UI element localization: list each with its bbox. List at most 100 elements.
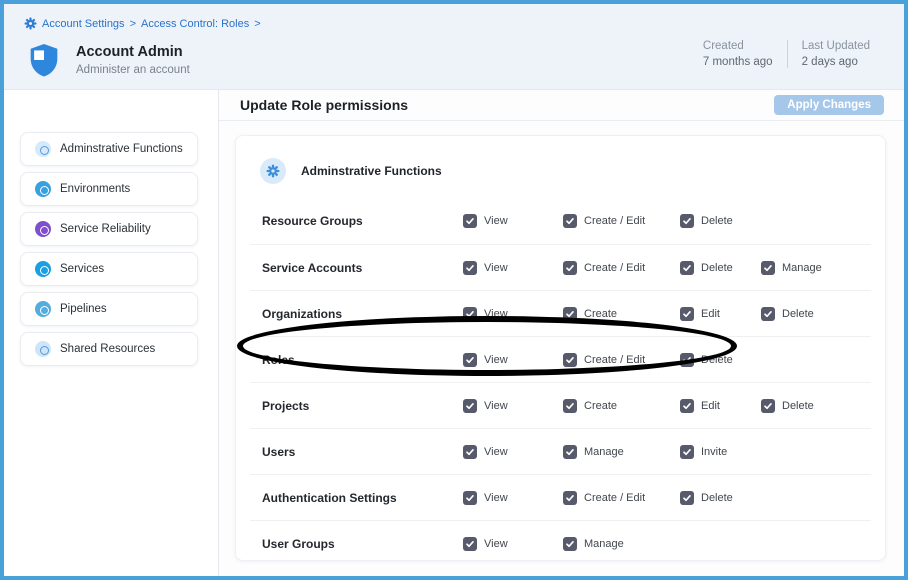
permission-cell-view: View bbox=[463, 307, 508, 321]
breadcrumb: Account Settings > Access Control: Roles… bbox=[24, 17, 261, 30]
authentication-settings-create-edit-checkbox[interactable] bbox=[563, 491, 577, 505]
permission-cell-delete: Delete bbox=[680, 261, 733, 275]
sidebar-item-pipelines[interactable]: Pipelines bbox=[20, 292, 198, 326]
service-accounts-manage-checkbox[interactable] bbox=[761, 261, 775, 275]
service-reliability-icon bbox=[35, 221, 51, 237]
role-permissions-page: { "colors": { "frame_border": "#4aa0d8",… bbox=[0, 0, 908, 580]
permission-row-organizations: OrganizationsViewCreateEditDelete bbox=[250, 290, 871, 336]
breadcrumb-account-settings[interactable]: Account Settings bbox=[42, 18, 125, 30]
user-groups-manage-checkbox[interactable] bbox=[563, 537, 577, 551]
organizations-delete-checkbox[interactable] bbox=[761, 307, 775, 321]
service-accounts-view-checkbox[interactable] bbox=[463, 261, 477, 275]
created-meta: Created 7 months ago bbox=[689, 40, 787, 68]
permission-row-resource-groups: Resource Groups View Create / Edit Delete bbox=[250, 198, 871, 244]
sidebar-item-environments[interactable]: Environments bbox=[20, 172, 198, 206]
sidebar-item-label: Shared Resources bbox=[60, 343, 155, 355]
permission-cell-manage: Manage bbox=[563, 537, 624, 551]
role-heading: Account Admin Administer an account bbox=[76, 44, 190, 76]
service-accounts-delete-checkbox[interactable] bbox=[680, 261, 694, 275]
resource-label: Authentication Settings bbox=[262, 491, 397, 505]
resource-category-sidebar: Adminstrative Functions Environments Servi… bbox=[4, 90, 219, 576]
permission-row-service-accounts: Service AccountsViewCreate / EditDeleteM… bbox=[250, 244, 871, 290]
environments-icon bbox=[35, 181, 51, 197]
created-value: 7 months ago bbox=[703, 56, 773, 68]
permission-label: Manage bbox=[584, 538, 624, 550]
page-title: Account Admin bbox=[76, 44, 190, 60]
permission-label: Invite bbox=[701, 446, 727, 458]
permission-cell-delete: Delete bbox=[680, 353, 733, 367]
breadcrumb-access-control-roles[interactable]: Access Control: Roles bbox=[141, 18, 249, 30]
permission-cell-invite: Invite bbox=[680, 445, 727, 459]
role-meta: Created 7 months ago Last Updated 2 days… bbox=[689, 40, 884, 68]
user-groups-view-checkbox[interactable] bbox=[463, 537, 477, 551]
resource-label: Resource Groups bbox=[262, 214, 363, 228]
permission-label: Delete bbox=[701, 492, 733, 504]
organizations-view-checkbox[interactable] bbox=[463, 307, 477, 321]
page-header: Account Settings > Access Control: Roles… bbox=[4, 4, 904, 90]
permission-label: Create / Edit bbox=[584, 262, 645, 274]
sidebar-item-label: Service Reliability bbox=[60, 223, 151, 235]
projects-view-checkbox[interactable] bbox=[463, 399, 477, 413]
pipelines-icon bbox=[35, 301, 51, 317]
permission-label: Delete bbox=[701, 262, 733, 274]
permission-row-user-groups: User GroupsViewManage bbox=[250, 520, 871, 561]
users-view-checkbox[interactable] bbox=[463, 445, 477, 459]
resource-groups-view-checkbox[interactable] bbox=[463, 214, 477, 228]
permission-label: Delete bbox=[701, 215, 733, 227]
sidebar-item-adminstrative-functions[interactable]: Adminstrative Functions bbox=[20, 132, 198, 166]
section-title: Adminstrative Functions bbox=[301, 164, 442, 178]
resource-label: Organizations bbox=[262, 307, 342, 321]
permission-cell-manage: Manage bbox=[563, 445, 624, 459]
resource-label: Users bbox=[262, 445, 295, 459]
authentication-settings-view-checkbox[interactable] bbox=[463, 491, 477, 505]
permission-cell-delete: Delete bbox=[680, 491, 733, 505]
shield-icon bbox=[28, 42, 60, 78]
organizations-create-checkbox[interactable] bbox=[563, 307, 577, 321]
authentication-settings-delete-checkbox[interactable] bbox=[680, 491, 694, 505]
permission-cell-view: View bbox=[463, 537, 508, 551]
resource-label: Service Accounts bbox=[262, 261, 362, 275]
permissions-toolbar: Update Role permissions Apply Changes bbox=[219, 90, 904, 121]
roles-create-edit-checkbox[interactable] bbox=[563, 353, 577, 367]
users-invite-checkbox[interactable] bbox=[680, 445, 694, 459]
permission-label: Delete bbox=[782, 400, 814, 412]
permission-cell-delete: Delete bbox=[680, 214, 733, 228]
users-manage-checkbox[interactable] bbox=[563, 445, 577, 459]
service-accounts-create-edit-checkbox[interactable] bbox=[563, 261, 577, 275]
permission-row-users: Users View Manage Invite bbox=[250, 428, 871, 474]
roles-view-checkbox[interactable] bbox=[463, 353, 477, 367]
organizations-edit-checkbox[interactable] bbox=[680, 307, 694, 321]
permission-label: View bbox=[484, 308, 508, 320]
services-icon bbox=[35, 261, 51, 277]
sidebar-item-shared-resources[interactable]: Shared Resources bbox=[20, 332, 198, 366]
projects-edit-checkbox[interactable] bbox=[680, 399, 694, 413]
permission-label: View bbox=[484, 492, 508, 504]
permission-label: Manage bbox=[782, 262, 822, 274]
permission-label: View bbox=[484, 400, 508, 412]
roles-delete-checkbox[interactable] bbox=[680, 353, 694, 367]
resource-groups-create-edit-checkbox[interactable] bbox=[563, 214, 577, 228]
last-updated-label: Last Updated bbox=[802, 40, 870, 52]
sidebar-item-service-reliability[interactable]: Service Reliability bbox=[20, 212, 198, 246]
shared-resources-icon bbox=[35, 341, 51, 357]
projects-delete-checkbox[interactable] bbox=[761, 399, 775, 413]
permission-label: Create bbox=[584, 400, 617, 412]
created-label: Created bbox=[703, 40, 773, 52]
permission-label: View bbox=[484, 446, 508, 458]
permission-cell-view: View bbox=[463, 214, 508, 228]
resource-label: Projects bbox=[262, 399, 309, 413]
permission-label: Delete bbox=[701, 354, 733, 366]
permission-label: Edit bbox=[701, 400, 720, 412]
permissions-content: Update Role permissions Apply Changes bbox=[219, 90, 904, 576]
permission-label: Edit bbox=[701, 308, 720, 320]
permission-label: Create bbox=[584, 308, 617, 320]
resource-groups-delete-checkbox[interactable] bbox=[680, 214, 694, 228]
sidebar-item-services[interactable]: Services bbox=[20, 252, 198, 286]
page-subtitle: Administer an account bbox=[76, 64, 190, 76]
apply-changes-button[interactable]: Apply Changes bbox=[774, 95, 884, 115]
permission-cell-create: Create bbox=[563, 307, 617, 321]
projects-create-checkbox[interactable] bbox=[563, 399, 577, 413]
permission-cell-create-edit: Create / Edit bbox=[563, 214, 645, 228]
permission-cell-create-edit: Create / Edit bbox=[563, 491, 645, 505]
permission-cell-view: View bbox=[463, 353, 508, 367]
